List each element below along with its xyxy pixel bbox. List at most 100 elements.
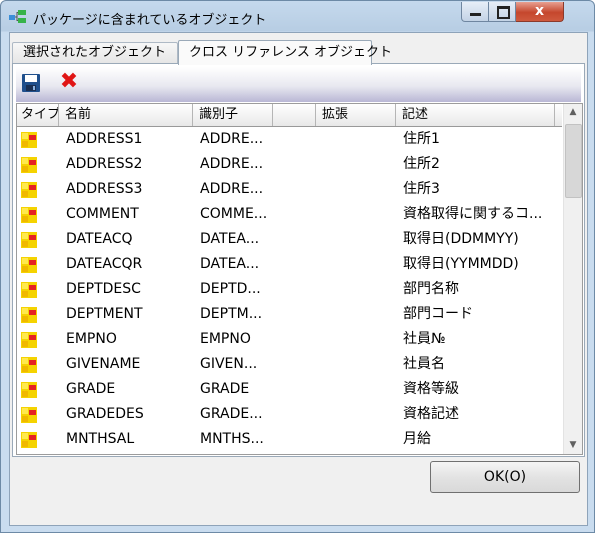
- column-header-identifier[interactable]: 識別子: [193, 104, 273, 126]
- data-item-icon: [21, 282, 37, 298]
- cell-name: GRADEDES: [66, 406, 144, 422]
- data-item-icon: [21, 307, 37, 323]
- cell-description: 社員№: [403, 331, 446, 347]
- cell-extension: [316, 277, 396, 302]
- cell-extension: [316, 227, 396, 252]
- data-item-icon: [21, 232, 37, 248]
- cell-description: 資格取得に関するコ...: [403, 206, 543, 222]
- table-row[interactable]: ADDRESS2 ADDRE... 住所2: [17, 152, 562, 177]
- data-item-icon: [21, 357, 37, 373]
- cell-identifier: MNTHS...: [200, 431, 264, 447]
- table-row[interactable]: GIVENAME GIVEN... 社員名: [17, 352, 562, 377]
- data-item-icon: [21, 257, 37, 273]
- table-row[interactable]: DEPTMENT DEPTM... 部門コード: [17, 302, 562, 327]
- data-item-icon: [21, 132, 37, 148]
- cell-identifier: ADDRE...: [200, 156, 264, 172]
- cell-name: ADDRESS2: [66, 156, 143, 172]
- title-bar[interactable]: パッケージに含まれているオブジェクト x: [1, 1, 594, 33]
- cell-description: 部門名称: [403, 281, 459, 297]
- cell-description: 住所1: [403, 131, 440, 147]
- cell-name: GRADE: [66, 381, 116, 397]
- cell-extension: [316, 327, 396, 352]
- table-row[interactable]: COMMENT COMME... 資格取得に関するコ...: [17, 202, 562, 227]
- cell-identifier: GIVEN...: [200, 356, 258, 372]
- table-row[interactable]: GRADE GRADE 資格等級: [17, 377, 562, 402]
- data-item-icon: [21, 382, 37, 398]
- dialog-client-area: 選択されたオブジェクト クロス リファレンス オブジェクト ✖ タイプ 名前 識…: [9, 32, 588, 526]
- cell-name: ADDRESS3: [66, 181, 143, 197]
- data-item-icon: [21, 157, 37, 173]
- column-header-extension[interactable]: 拡張: [316, 104, 396, 126]
- cell-name: DATEACQR: [66, 256, 143, 272]
- cell-identifier: GRADE...: [200, 406, 263, 422]
- column-header-name[interactable]: 名前: [59, 104, 193, 126]
- cell-extension: [316, 302, 396, 327]
- cell-identifier: ADDRE...: [200, 181, 264, 197]
- data-item-icon: [21, 432, 37, 448]
- cell-name: GIVENAME: [66, 356, 141, 372]
- scrollbar-thumb[interactable]: [565, 124, 582, 198]
- scroll-up-icon[interactable]: ▲: [564, 104, 582, 121]
- cell-extension: [316, 202, 396, 227]
- table-row[interactable]: DATEACQR DATEA... 取得日(YYMMDD): [17, 252, 562, 277]
- window-title: パッケージに含まれているオブジェクト: [33, 13, 267, 28]
- table-header: タイプ 名前 識別子 拡張 記述: [17, 104, 562, 127]
- table-row[interactable]: DEPTDESC DEPTD... 部門名称: [17, 277, 562, 302]
- cell-description: 取得日(YYMMDD): [403, 256, 519, 272]
- table-row[interactable]: DATEACQ DATEA... 取得日(DDMMYY): [17, 227, 562, 252]
- cell-extension: [316, 152, 396, 177]
- cell-description: 住所3: [403, 181, 440, 197]
- save-icon[interactable]: [21, 73, 41, 93]
- column-header-blank[interactable]: [273, 104, 316, 126]
- tab-cross-reference-objects[interactable]: クロス リファレンス オブジェクト: [178, 40, 392, 65]
- table-row[interactable]: ADDRESS1 ADDRE... 住所1: [17, 127, 562, 152]
- tab-selected-objects[interactable]: 選択されたオブジェクト: [12, 42, 178, 63]
- cell-identifier: COMME...: [200, 206, 268, 222]
- table-row[interactable]: GRADEDES GRADE... 資格記述: [17, 402, 562, 427]
- minimize-icon: [470, 13, 481, 16]
- data-item-icon: [21, 332, 37, 348]
- cell-identifier: DEPTD...: [200, 281, 261, 297]
- cell-identifier: GRADE: [200, 381, 250, 397]
- cell-name: EMPNO: [66, 331, 117, 347]
- dialog-window: パッケージに含まれているオブジェクト x 選択されたオブジェクト クロス リファ…: [0, 0, 595, 533]
- cell-identifier: EMPNO: [200, 331, 251, 347]
- cell-identifier: DATEA...: [200, 231, 260, 247]
- cell-description: 取得日(DDMMYY): [403, 231, 519, 247]
- cell-name: MNTHSAL: [66, 431, 135, 447]
- data-item-icon: [21, 182, 37, 198]
- cell-description: 資格記述: [403, 406, 459, 422]
- cell-description: 資格等級: [403, 381, 459, 397]
- cell-extension: [316, 402, 396, 427]
- ok-button[interactable]: OK(O): [430, 461, 580, 493]
- cell-extension: [316, 377, 396, 402]
- cell-extension: [316, 427, 396, 452]
- cell-extension: [316, 177, 396, 202]
- scroll-down-icon[interactable]: ▼: [564, 437, 582, 454]
- table-row[interactable]: MNTHSAL MNTHS... 月給: [17, 427, 562, 452]
- close-button[interactable]: x: [516, 2, 564, 22]
- cell-description: 月給: [403, 431, 431, 447]
- cell-identifier: DEPTM...: [200, 306, 263, 322]
- cell-name: ADDRESS1: [66, 131, 143, 147]
- cell-identifier: DATEA...: [200, 256, 260, 272]
- cell-name: DATEACQ: [66, 231, 133, 247]
- cell-name: DEPTDESC: [66, 281, 141, 297]
- table-row[interactable]: ADDRESS3 ADDRE... 住所3: [17, 177, 562, 202]
- tab-panel: ✖ タイプ 名前 識別子 拡張 記述 ADDRESS1 ADDRE... 住所1 AD…: [12, 63, 585, 457]
- cell-name: DEPTMENT: [66, 306, 143, 322]
- cell-extension: [316, 252, 396, 277]
- table-row[interactable]: EMPNO EMPNO 社員№: [17, 327, 562, 352]
- cell-extension: [316, 127, 396, 152]
- cell-identifier: ADDRE...: [200, 131, 264, 147]
- cross-reference-table: タイプ 名前 識別子 拡張 記述 ADDRESS1 ADDRE... 住所1 ADDR…: [16, 103, 583, 455]
- cell-description: 住所2: [403, 156, 440, 172]
- column-header-type[interactable]: タイプ: [17, 104, 59, 126]
- close-icon: x: [534, 3, 545, 19]
- vertical-scrollbar[interactable]: ▲ ▼: [563, 104, 582, 454]
- column-header-description[interactable]: 記述: [396, 104, 555, 126]
- minimize-button[interactable]: [461, 2, 489, 22]
- maximize-button[interactable]: [489, 2, 516, 22]
- cell-description: 部門コード: [403, 306, 473, 322]
- delete-icon[interactable]: ✖: [58, 71, 80, 93]
